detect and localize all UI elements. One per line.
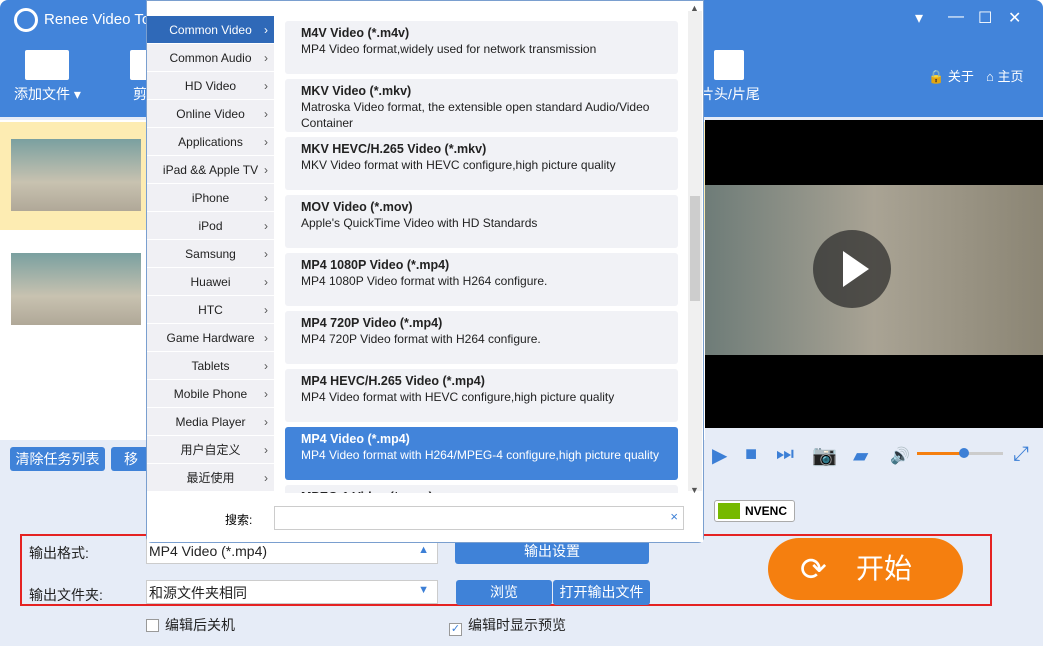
video-thumbnail bbox=[11, 139, 141, 211]
volume-icon[interactable]: 🔊 bbox=[890, 446, 910, 466]
add-video-icon bbox=[25, 50, 70, 80]
next-frame-icon[interactable]: ⏭ bbox=[776, 443, 794, 466]
format-item[interactable]: MP4 720P Video (*.mp4) MP4 720P Video for… bbox=[285, 311, 678, 364]
play-icon[interactable]: ▶ bbox=[712, 443, 727, 468]
format-item[interactable]: MP4 HEVC/H.265 Video (*.mp4) MP4 Video fo… bbox=[285, 369, 678, 422]
maximize-button[interactable]: ☐ bbox=[978, 8, 992, 28]
format-name: MP4 Video (*.mp4) bbox=[301, 432, 410, 446]
menu-dropdown-icon[interactable]: ▾ bbox=[915, 8, 923, 28]
head-tail-icon bbox=[714, 50, 744, 80]
video-preview bbox=[705, 120, 1043, 428]
cut-label: 剪 bbox=[133, 86, 147, 102]
close-button[interactable]: ✕ bbox=[1008, 8, 1021, 28]
head-tail-button[interactable]: 片头/片尾 bbox=[700, 50, 760, 104]
video-frame bbox=[705, 185, 1043, 355]
folder-icon[interactable]: ▰ bbox=[853, 443, 868, 468]
stop-icon[interactable]: ■ bbox=[745, 443, 757, 466]
output-format-value: MP4 Video (*.mp4) bbox=[149, 543, 268, 559]
volume-knob[interactable] bbox=[959, 448, 970, 458]
start-label: 开始 bbox=[856, 553, 913, 584]
fullscreen-icon[interactable]: ⤢ bbox=[1013, 443, 1029, 466]
scrollbar-thumb[interactable] bbox=[690, 196, 700, 301]
home-icon: ⌂ bbox=[986, 69, 994, 84]
format-item[interactable]: MP4 Video (*.mp4) MP4 Video format with H… bbox=[285, 427, 678, 480]
preview-checkbox[interactable]: ✓ 编辑时显示预览 bbox=[449, 615, 566, 636]
format-description: MP4 1080P Video format with H264 configu… bbox=[301, 274, 548, 288]
format-name: MKV HEVC/H.265 Video (*.mkv) bbox=[301, 142, 487, 156]
clear-search-icon[interactable]: × bbox=[670, 509, 678, 524]
format-description: Apple's QuickTime Video with HD Standard… bbox=[301, 216, 538, 230]
search-label: 搜索: bbox=[225, 513, 253, 527]
output-format-select[interactable]: MP4 Video (*.mp4) ▲ bbox=[146, 540, 438, 564]
format-dropdown: Common Video › Common Audio › HD Video › Onlin… bbox=[146, 0, 704, 543]
lock-icon: 🔒 bbox=[928, 69, 945, 84]
format-item[interactable]: MP4 1080P Video (*.mp4) MP4 1080P Video f… bbox=[285, 253, 678, 306]
minimize-button[interactable]: — bbox=[948, 8, 964, 26]
output-folder-value: 和源文件夹相同 bbox=[149, 585, 247, 601]
nvidia-icon bbox=[718, 503, 740, 519]
video-thumbnail bbox=[11, 253, 141, 325]
refresh-icon: ⟳ bbox=[800, 551, 827, 587]
format-description: MP4 720P Video format with H264 configur… bbox=[301, 332, 541, 346]
search-row: 搜索: × bbox=[147, 493, 703, 542]
format-item[interactable]: MOV Video (*.mov) Apple's QuickTime Video… bbox=[285, 195, 678, 248]
format-description: MP4 Video format with H264/MPEG-4 config… bbox=[301, 448, 659, 462]
search-input[interactable]: × bbox=[274, 506, 684, 530]
app-window: Renee Video Toolbox 添加文件 ▾ 剪 片头/片尾 ▾ — ☐… bbox=[0, 0, 1043, 646]
format-description: MP4 Video format,widely used for network… bbox=[301, 42, 597, 56]
format-item[interactable]: MKV Video (*.mkv) Matroska Video format, … bbox=[285, 79, 678, 132]
triangle-down-icon: ▼ bbox=[418, 584, 429, 596]
output-folder-label: 输出文件夹: bbox=[29, 587, 103, 603]
volume-slider[interactable] bbox=[917, 448, 1003, 458]
move-button[interactable]: 移 bbox=[111, 447, 151, 471]
clear-task-list-button[interactable]: 清除任务列表 bbox=[10, 447, 105, 471]
format-item[interactable]: MPEG-1 Video (*.mpg) bbox=[285, 485, 678, 493]
format-name: MP4 HEVC/H.265 Video (*.mp4) bbox=[301, 374, 485, 388]
format-name: MP4 720P Video (*.mp4) bbox=[301, 316, 443, 330]
format-item[interactable]: MKV HEVC/H.265 Video (*.mkv) MKV Video fo… bbox=[285, 137, 678, 190]
format-name: MP4 1080P Video (*.mp4) bbox=[301, 258, 450, 272]
shutdown-checkbox[interactable]: 编辑后关机 bbox=[146, 615, 235, 635]
film-reel-logo-icon bbox=[14, 8, 38, 32]
home-label: 主页 bbox=[997, 69, 1024, 84]
nvenc-label: NVENC bbox=[745, 504, 788, 518]
format-name: M4V Video (*.m4v) bbox=[301, 26, 410, 40]
checkbox-icon: ✓ bbox=[449, 623, 462, 636]
about-label: 关于 bbox=[947, 69, 974, 84]
head-tail-label: 片头/片尾 bbox=[700, 86, 760, 102]
play-overlay-button[interactable] bbox=[813, 230, 891, 308]
add-file-button[interactable]: 添加文件 ▾ bbox=[14, 50, 81, 104]
nvenc-badge[interactable]: NVENC bbox=[714, 500, 795, 522]
output-format-label: 输出格式: bbox=[29, 545, 89, 561]
shutdown-label: 编辑后关机 bbox=[165, 617, 235, 633]
open-output-folder-button[interactable]: 打开输出文件 bbox=[553, 580, 650, 605]
add-file-label: 添加文件 bbox=[14, 86, 70, 102]
scrollbar[interactable]: ▲ ▼ bbox=[688, 3, 702, 495]
preview-label: 编辑时显示预览 bbox=[468, 617, 566, 633]
about-button[interactable]: 🔒 关于 bbox=[928, 66, 974, 85]
checkbox-icon bbox=[146, 619, 159, 632]
format-name: MOV Video (*.mov) bbox=[301, 200, 413, 214]
volume-fill bbox=[917, 452, 965, 455]
format-item[interactable]: M4V Video (*.m4v) MP4 Video format,widely… bbox=[285, 21, 678, 74]
browse-button[interactable]: 浏览 bbox=[456, 580, 552, 605]
home-button[interactable]: ⌂ 主页 bbox=[986, 66, 1024, 85]
format-name: MKV Video (*.mkv) bbox=[301, 84, 412, 98]
output-folder-select[interactable]: 和源文件夹相同 ▼ bbox=[146, 580, 438, 604]
format-description: MKV Video format with HEVC configure,hig… bbox=[301, 158, 616, 172]
scroll-up-icon[interactable]: ▲ bbox=[690, 3, 699, 13]
format-description: MP4 Video format with HEVC configure,hig… bbox=[301, 390, 615, 404]
triangle-up-icon: ▲ bbox=[418, 544, 429, 556]
snapshot-icon[interactable]: 📷 bbox=[812, 443, 837, 468]
start-button[interactable]: ⟳ 开始 bbox=[768, 538, 963, 600]
format-description: Matroska Video format, the extensible op… bbox=[301, 100, 650, 130]
